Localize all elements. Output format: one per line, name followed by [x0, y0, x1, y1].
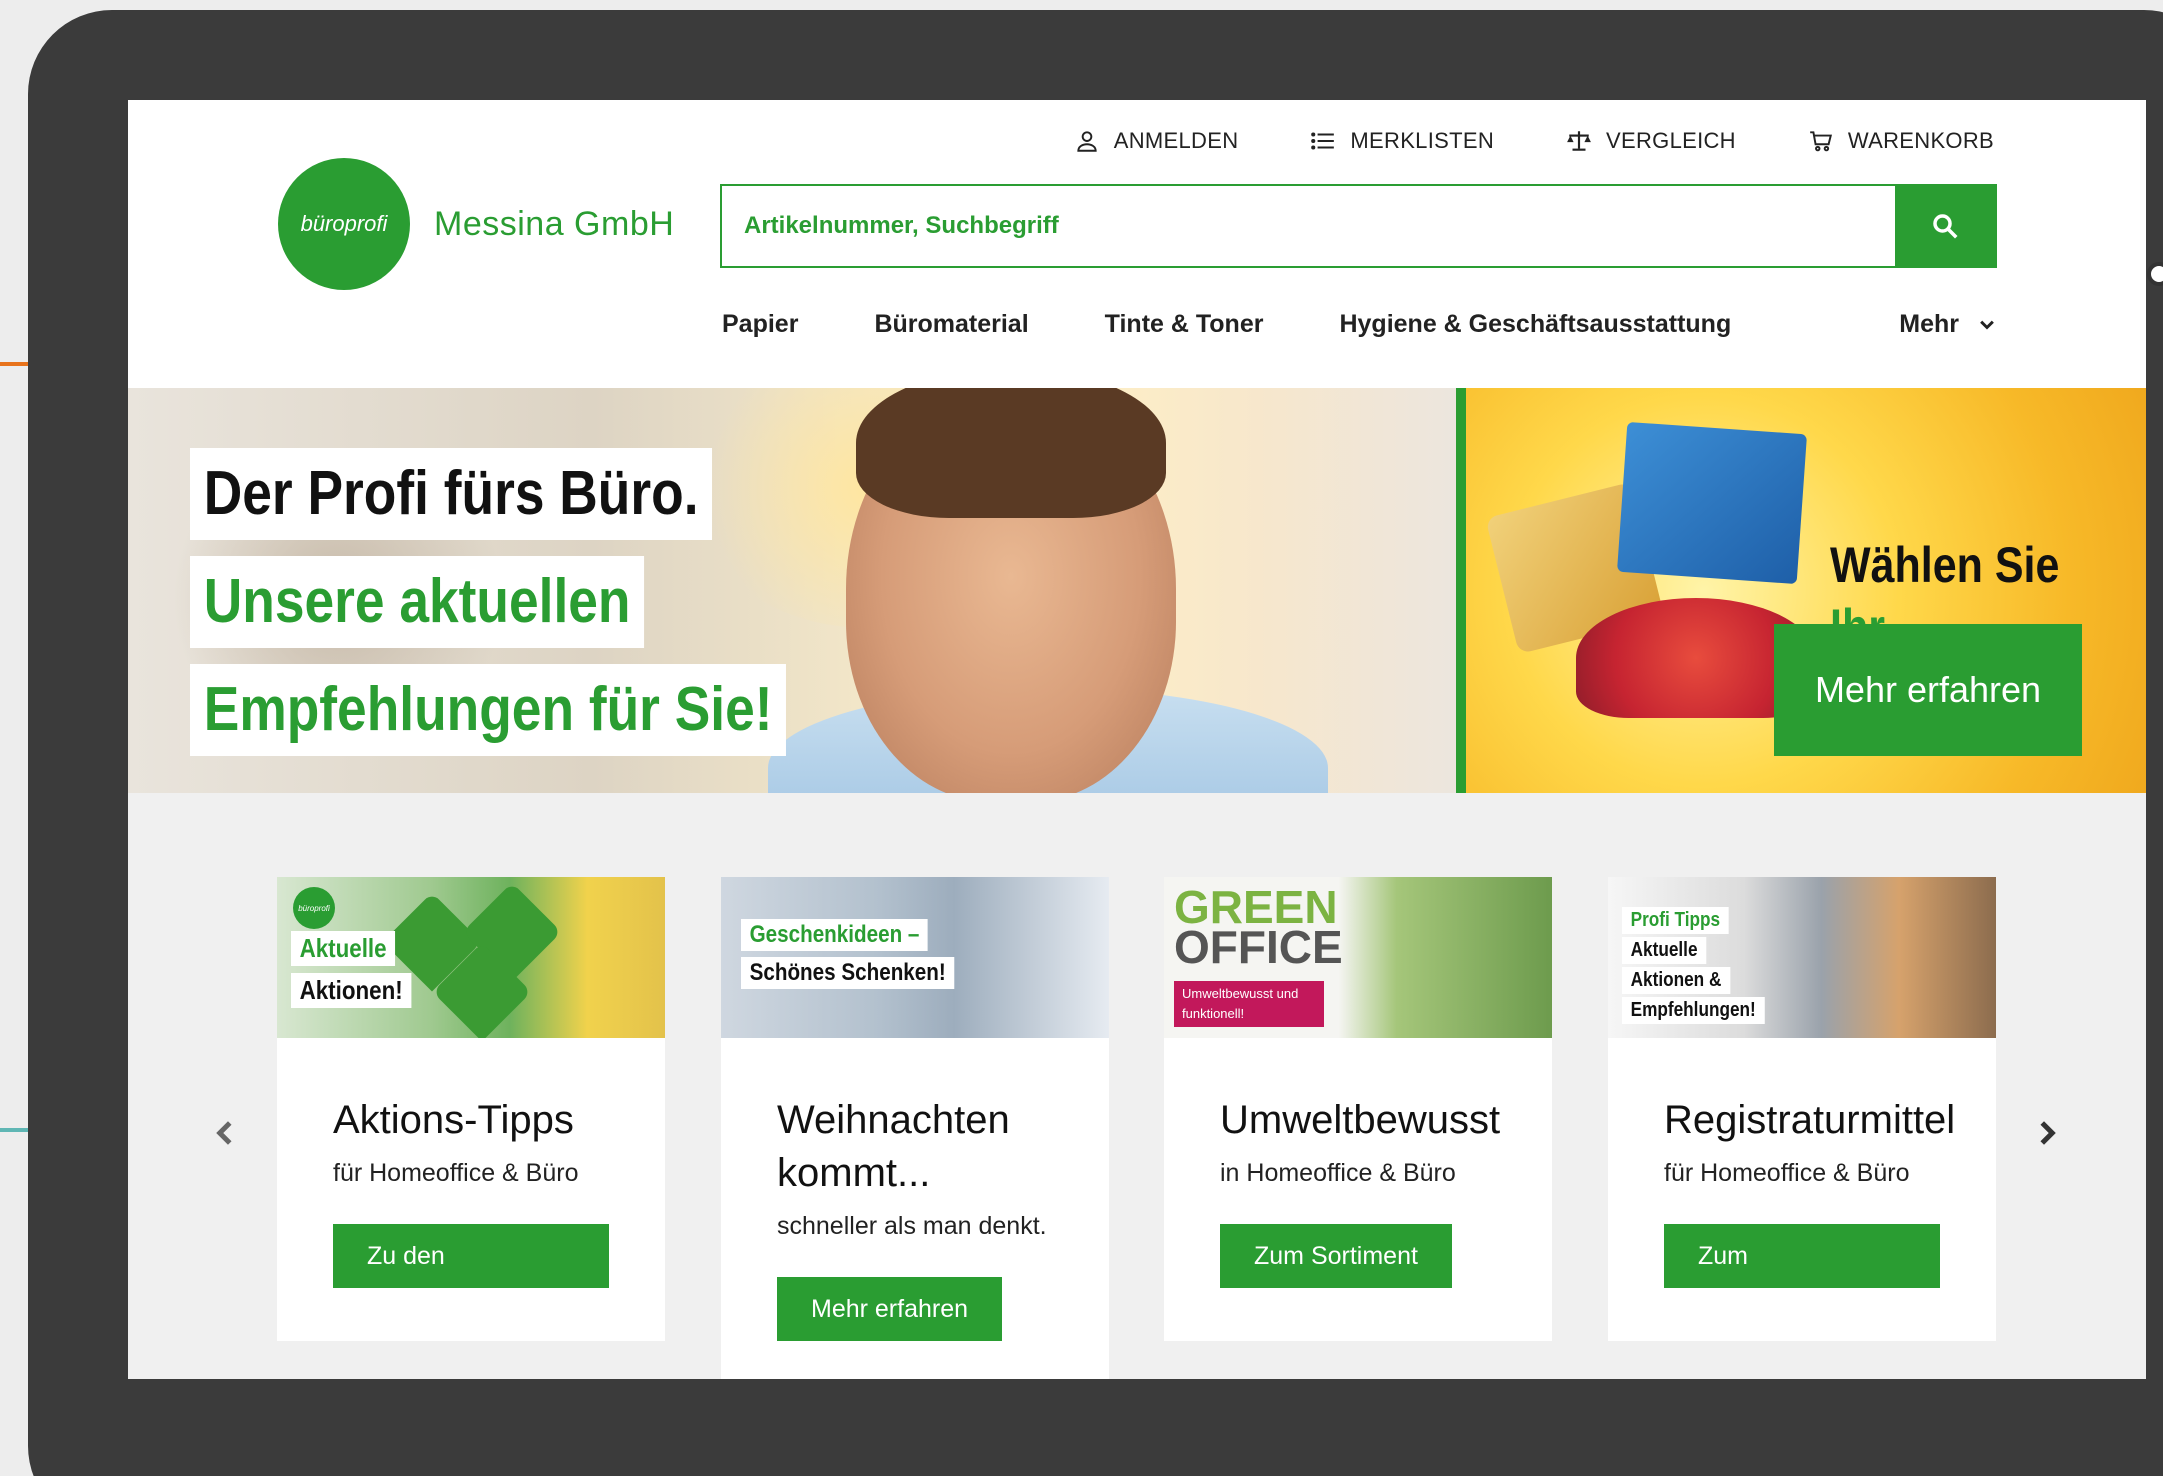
card-image-badge: Aktuelle	[1622, 937, 1707, 964]
card-image-badge: Aktuelle	[291, 931, 396, 966]
green-office-word-2: OFFICE	[1174, 921, 1343, 973]
category-hygiene[interactable]: Hygiene & Geschäftsausstattung	[1339, 310, 1731, 339]
more-label: Mehr	[1899, 310, 1959, 338]
card-image[interactable]: büroprofi Aktuelle Aktionen!	[277, 877, 665, 1038]
cart-link[interactable]: WARENKORB	[1808, 128, 1994, 154]
list-icon	[1311, 132, 1335, 150]
card-image-tag: Umweltbewusst und funktionell!	[1174, 981, 1324, 1027]
compare-label: VERGLEICH	[1606, 128, 1736, 153]
hero-headline: Der Profi fürs Büro. Unsere aktuellen Em…	[190, 448, 883, 772]
scale-icon	[1567, 131, 1591, 151]
card-title: Registraturmittel	[1664, 1098, 1956, 1142]
login-link[interactable]: ANMELDEN	[1074, 128, 1239, 154]
website-screen: ANMELDEN MERKLISTEN VERGLEICH WARENKORB …	[128, 100, 2146, 1379]
card-image-badge: Geschenkideen –	[741, 919, 928, 951]
hero-banner: Der Profi fürs Büro. Unsere aktuellen Em…	[128, 388, 2146, 793]
search-button[interactable]	[1895, 186, 1995, 266]
category-nav: Papier Büromaterial Tinte & Toner Hygien…	[722, 310, 1997, 339]
cart-label: WARENKORB	[1847, 128, 1994, 153]
hero-line-3: Empfehlungen für Sie!	[190, 664, 787, 756]
hero-line-1: Der Profi fürs Büro.	[190, 448, 713, 540]
logo-mark: büroprofi	[278, 158, 410, 290]
hero-main-slide[interactable]: Der Profi fürs Büro. Unsere aktuellen Em…	[128, 388, 1456, 793]
card-title: Aktions-Tipps	[333, 1098, 574, 1142]
card-title: Weihnachten kommt...	[777, 1098, 1010, 1195]
site-logo[interactable]: büroprofi Messina GmbH	[278, 158, 674, 290]
promo-title: Wählen Sie	[1830, 537, 2060, 593]
chevron-left-icon	[216, 1121, 232, 1145]
hero-side-promo[interactable]: Wählen Sie Ihr Geschenk! Mehr erfahren	[1466, 388, 2146, 793]
card-cta-button[interactable]: Zum Sortiment	[1220, 1224, 1452, 1288]
tablet-frame: ANMELDEN MERKLISTEN VERGLEICH WARENKORB …	[28, 10, 2163, 1476]
card-cta-button[interactable]: Zu den Empfehlungen	[333, 1224, 609, 1334]
utility-nav: ANMELDEN MERKLISTEN VERGLEICH WARENKORB	[1074, 128, 1994, 154]
hero-line-2: Unsere aktuellen	[190, 556, 645, 648]
category-bueromaterial[interactable]: Büromaterial	[874, 310, 1028, 339]
card-image[interactable]: Geschenkideen – Schönes Schenken!	[721, 877, 1109, 1038]
card-image[interactable]: GREEN OFFICE Umweltbewusst und funktione…	[1164, 877, 1552, 1038]
wishlists-link[interactable]: MERKLISTEN	[1310, 128, 1494, 154]
chevron-right-icon	[2040, 1121, 2056, 1145]
card-title: Umweltbewusst	[1220, 1098, 1501, 1142]
more-menu[interactable]: Mehr	[1899, 310, 1997, 339]
search-bar	[720, 184, 1997, 268]
search-icon	[1933, 214, 1958, 239]
user-icon	[1077, 131, 1097, 152]
teaser-card-umweltbewusst: GREEN OFFICE Umweltbewusst und funktione…	[1164, 877, 1552, 1341]
login-label: ANMELDEN	[1113, 128, 1239, 153]
teaser-card-registraturmittel: Profi Tipps Aktuelle Aktionen & Empfehlu…	[1608, 877, 1996, 1341]
green-office-logo: GREEN OFFICE	[1174, 884, 1343, 973]
card-subtitle: in Homeoffice & Büro	[1220, 1159, 1456, 1187]
card-cta-button[interactable]: Mehr erfahren	[777, 1277, 1003, 1341]
card-image-badge: Profi Tipps	[1622, 907, 1729, 934]
promo-more-button[interactable]: Mehr erfahren	[1774, 624, 2082, 756]
logo-company-name: Messina GmbH	[434, 204, 675, 243]
hero-divider	[1456, 388, 1466, 793]
mini-logo: büroprofi	[293, 887, 335, 929]
cart-icon	[1810, 131, 1832, 152]
category-papier[interactable]: Papier	[722, 310, 798, 339]
chevron-down-icon	[1980, 320, 1994, 330]
card-image-badge: Aktionen!	[291, 973, 412, 1008]
category-tinte-toner[interactable]: Tinte & Toner	[1105, 310, 1264, 339]
card-image-badge: Aktionen &	[1622, 967, 1730, 994]
wishlists-label: MERKLISTEN	[1350, 128, 1495, 153]
card-image-badge: Empfehlungen!	[1622, 997, 1765, 1024]
compare-link[interactable]: VERGLEICH	[1566, 128, 1736, 154]
search-input[interactable]	[722, 186, 1895, 266]
card-image[interactable]: Profi Tipps Aktuelle Aktionen & Empfehlu…	[1608, 877, 1996, 1038]
chocolate-image	[1616, 421, 1808, 585]
card-subtitle: schneller als man denkt.	[777, 1212, 1047, 1240]
card-subtitle: für Homeoffice & Büro	[1664, 1159, 1910, 1187]
teaser-card-weihnachten: Geschenkideen – Schönes Schenken! Weihna…	[721, 877, 1109, 1379]
card-subtitle: für Homeoffice & Büro	[333, 1159, 579, 1187]
hero-person-hair	[856, 388, 1166, 518]
teaser-card-aktions-tipps: büroprofi Aktuelle Aktionen! Aktions-Tip…	[277, 877, 665, 1341]
carousel-prev-button[interactable]	[206, 1113, 246, 1153]
carousel-next-button[interactable]	[2026, 1113, 2066, 1153]
teaser-carousel: büroprofi Aktuelle Aktionen! Aktions-Tip…	[128, 793, 2146, 1379]
card-cta-button[interactable]: Zum Aktionssortiment	[1664, 1224, 1940, 1334]
card-image-badge: Schönes Schenken!	[741, 957, 955, 989]
